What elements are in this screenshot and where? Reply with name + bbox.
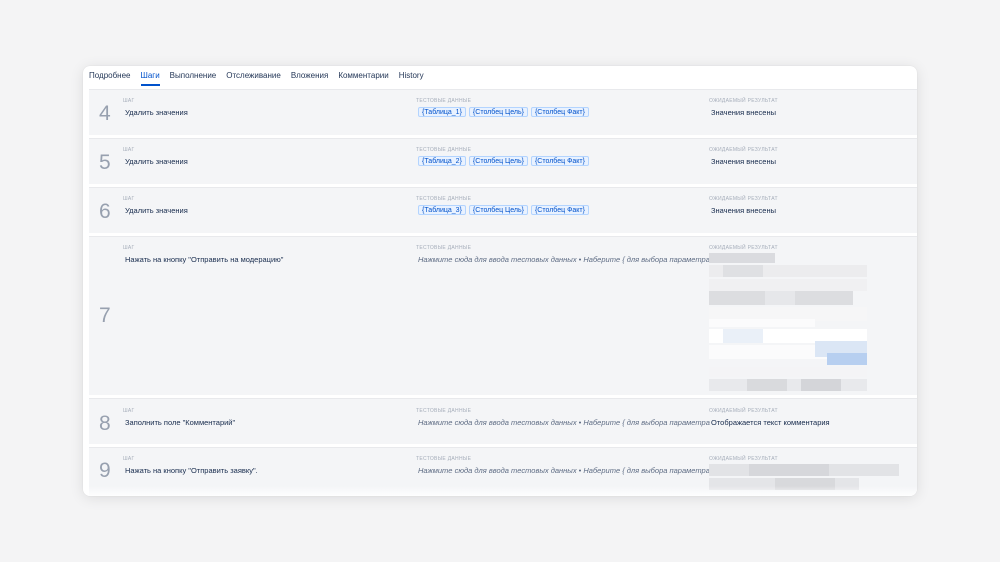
step-number: 9 [99,459,111,482]
tab-history[interactable]: History [399,71,424,84]
step-column-label: ШАГ [123,456,135,462]
tab-attachments[interactable]: Вложения [291,71,328,84]
step-action[interactable]: Удалить значения [125,157,188,166]
step-row[interactable]: 5 ШАГ Удалить значения ТЕСТОВЫЕ ДАННЫЕ {… [89,138,917,184]
tab-comments[interactable]: Комментарии [338,71,388,84]
expected-column-label: ОЖИДАЕМЫЙ РЕЗУЛЬТАТ [709,408,778,414]
step-column-label: ШАГ [123,196,135,202]
expected-result[interactable]: Значения внесены [711,206,776,215]
step-row[interactable]: 6 ШАГ Удалить значения ТЕСТОВЫЕ ДАННЫЕ {… [89,187,917,233]
bottom-fade [83,486,917,496]
step-row[interactable]: 4 ШАГ Удалить значения ТЕСТОВЫЕ ДАННЫЕ {… [89,89,917,135]
pixelated-expected-image [709,253,867,393]
parameter-tag[interactable]: {Таблица_2} [418,156,466,166]
parameter-tag[interactable]: {Столбец Цель} [468,205,528,215]
step-action[interactable]: Удалить значения [125,206,188,215]
tab-details[interactable]: Подробнее [89,71,131,84]
expected-column-label: ОЖИДАЕМЫЙ РЕЗУЛЬТАТ [709,245,778,251]
step-number: 7 [99,304,111,327]
step-column-label: ШАГ [123,147,135,153]
test-data-placeholder[interactable]: Нажмите сюда для ввода тестовых данных •… [418,418,710,427]
expected-column-label: ОЖИДАЕМЫЙ РЕЗУЛЬТАТ [709,456,778,462]
test-data-placeholder[interactable]: Нажмите сюда для ввода тестовых данных •… [418,466,710,475]
step-number: 6 [99,200,111,223]
parameter-tag[interactable]: {Столбец Факт} [530,156,589,166]
step-action[interactable]: Заполнить поле "Комментарий" [125,418,235,427]
tab-steps[interactable]: Шаги [140,71,160,86]
expected-result[interactable]: Значения внесены [711,157,776,166]
expected-result[interactable]: Отображается текст комментария [711,418,830,427]
test-data-placeholder[interactable]: Нажмите сюда для ввода тестовых данных •… [418,255,710,264]
step-row[interactable]: 7 ШАГ Нажать на кнопку "Отправить на мод… [89,236,917,395]
parameter-tag[interactable]: {Таблица_1} [418,107,466,117]
parameter-tag[interactable]: {Таблица_3} [418,205,466,215]
step-number: 5 [99,151,111,174]
parameter-tag[interactable]: {Столбец Цель} [468,156,528,166]
test-data-column-label: ТЕСТОВЫЕ ДАННЫЕ [416,408,472,414]
test-data-column-label: ТЕСТОВЫЕ ДАННЫЕ [416,456,472,462]
expected-column-label: ОЖИДАЕМЫЙ РЕЗУЛЬТАТ [709,98,778,104]
test-data-column-label: ТЕСТОВЫЕ ДАННЫЕ [416,245,472,251]
step-action[interactable]: Нажать на кнопку "Отправить на модерацию… [125,255,283,264]
step-action[interactable]: Удалить значения [125,108,188,117]
parameter-tag[interactable]: {Столбец Факт} [530,107,589,117]
tab-execution[interactable]: Выполнение [170,71,217,84]
tab-bar: Подробнее Шаги Выполнение Отслеживание В… [83,71,917,91]
test-data-column-label: ТЕСТОВЫЕ ДАННЫЕ [416,147,472,153]
step-number: 8 [99,412,111,435]
tab-tracking[interactable]: Отслеживание [226,71,281,84]
test-data-tags[interactable]: {Таблица_2} {Столбец Цель} {Столбец Факт… [418,156,592,166]
expected-column-label: ОЖИДАЕМЫЙ РЕЗУЛЬТАТ [709,196,778,202]
parameter-tag[interactable]: {Столбец Цель} [468,107,528,117]
test-data-tags[interactable]: {Таблица_1} {Столбец Цель} {Столбец Факт… [418,107,592,117]
test-data-tags[interactable]: {Таблица_3} {Столбец Цель} {Столбец Факт… [418,205,592,215]
step-row[interactable]: 8 ШАГ Заполнить поле "Комментарий" ТЕСТО… [89,398,917,444]
test-data-column-label: ТЕСТОВЫЕ ДАННЫЕ [416,98,472,104]
step-number: 4 [99,102,111,125]
step-column-label: ШАГ [123,98,135,104]
step-column-label: ШАГ [123,408,135,414]
expected-result[interactable]: Значения внесены [711,108,776,117]
step-action[interactable]: Нажать на кнопку "Отправить заявку". [125,466,258,475]
expected-column-label: ОЖИДАЕМЫЙ РЕЗУЛЬТАТ [709,147,778,153]
parameter-tag[interactable]: {Столбец Факт} [530,205,589,215]
test-data-column-label: ТЕСТОВЫЕ ДАННЫЕ [416,196,472,202]
test-steps-panel: Подробнее Шаги Выполнение Отслеживание В… [83,66,917,496]
step-column-label: ШАГ [123,245,135,251]
